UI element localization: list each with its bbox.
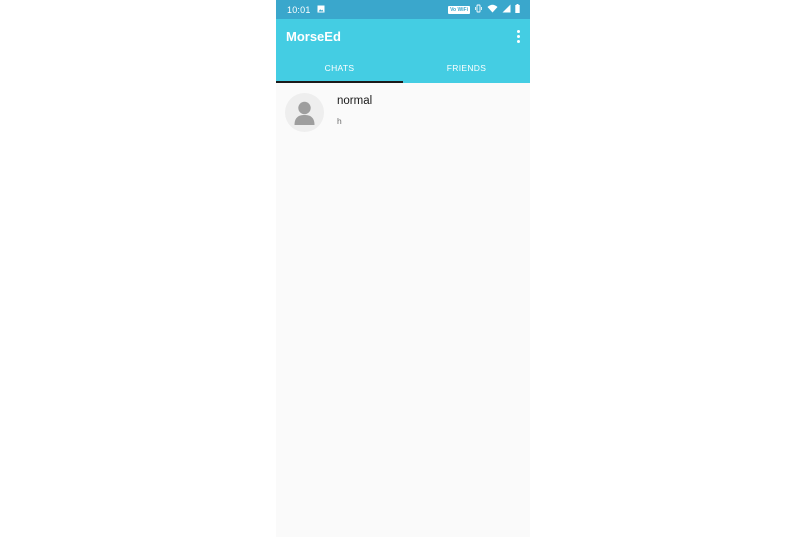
chat-last-message: h: [337, 116, 342, 126]
more-options-icon[interactable]: [512, 28, 524, 44]
chat-list-item[interactable]: normal h: [276, 83, 530, 141]
chat-contact-name: normal: [337, 95, 373, 107]
app-bar: MorseEd CHATS FRIENDS: [276, 19, 530, 83]
phone-screen: 10:01 Vo WiFi MorseEd CHATS FRIENDS norm…: [276, 0, 530, 537]
status-bar: 10:01 Vo WiFi: [276, 0, 530, 19]
avatar-placeholder-icon: [285, 93, 324, 132]
status-time: 10:01: [287, 4, 311, 15]
vibrate-icon: [474, 4, 483, 15]
vowifi-badge: Vo WiFi: [448, 5, 470, 14]
wifi-icon: [487, 4, 498, 15]
chat-list: normal h: [276, 83, 530, 141]
tab-bar: CHATS FRIENDS: [276, 53, 530, 83]
battery-icon: [515, 4, 520, 15]
image-notification-icon: [317, 5, 325, 15]
signal-icon: [502, 4, 511, 15]
tab-friends[interactable]: FRIENDS: [403, 53, 530, 83]
tab-chats[interactable]: CHATS: [276, 53, 403, 83]
app-title: MorseEd: [286, 29, 341, 44]
